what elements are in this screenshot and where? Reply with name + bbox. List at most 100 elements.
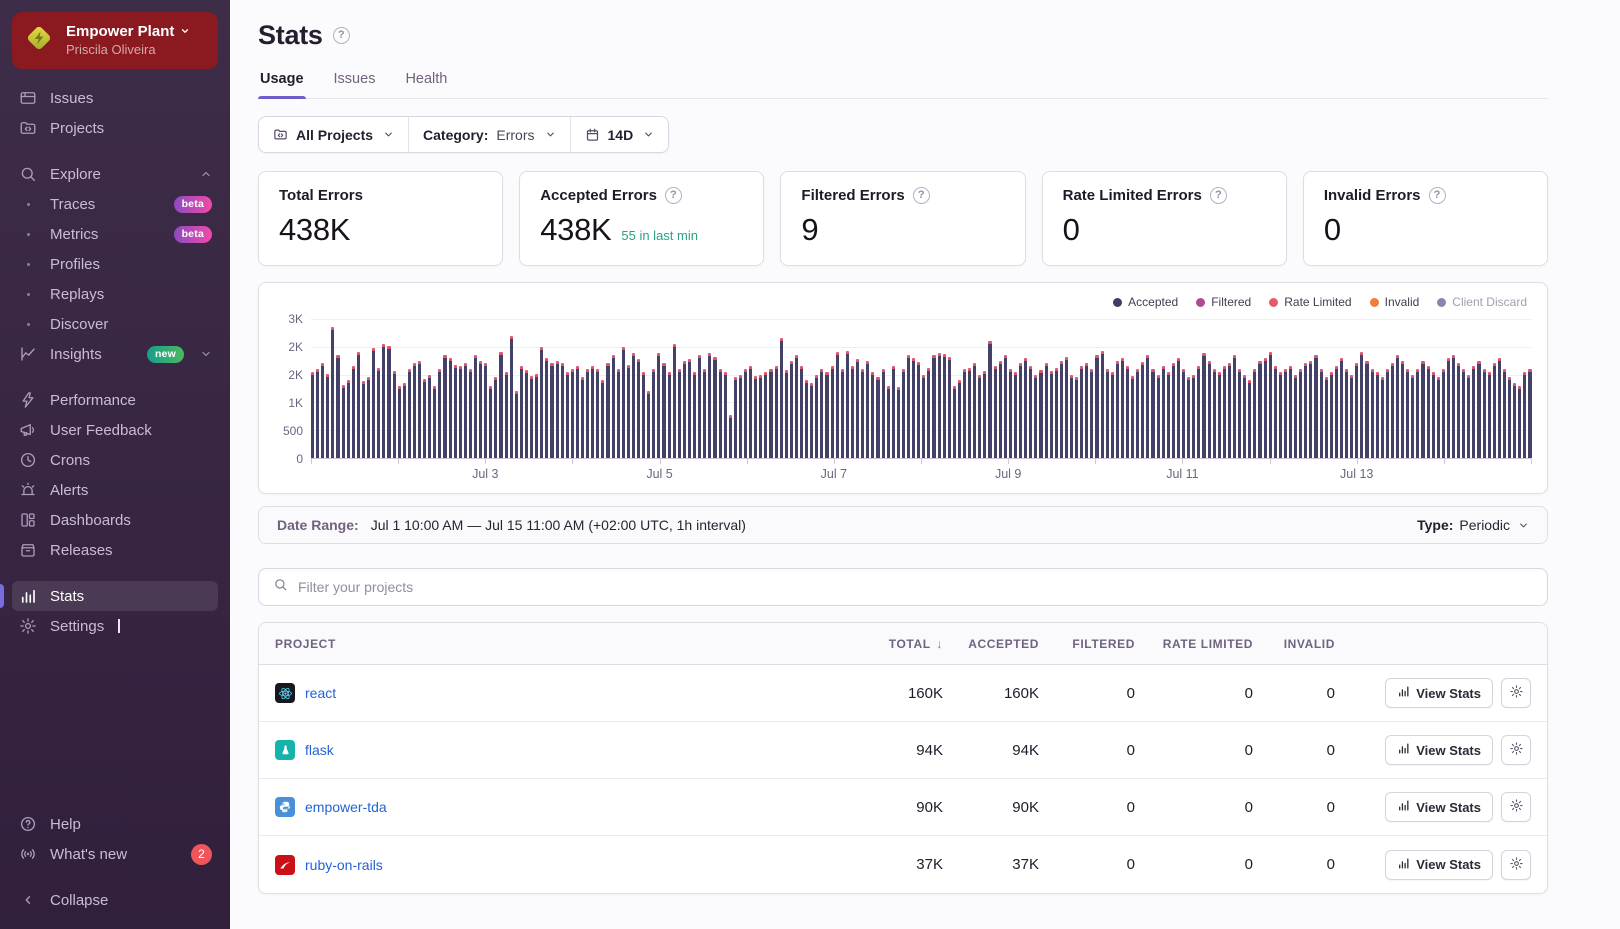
- type-dropdown[interactable]: Type: Periodic: [1417, 517, 1529, 533]
- cell-filtered: 0: [1126, 684, 1135, 702]
- help-circle-icon[interactable]: ?: [1209, 187, 1227, 204]
- react-icon: [275, 683, 295, 703]
- sidebar-item-label: Projects: [50, 119, 105, 137]
- chevron-down-icon: [383, 129, 394, 140]
- y-axis-labels: 3K 2K 2K 1K 500 0: [282, 312, 303, 466]
- sidebar-item-settings[interactable]: Settings: [12, 611, 218, 641]
- sidebar-item-performance[interactable]: Performance: [12, 385, 218, 415]
- dashboards-icon: [18, 511, 38, 529]
- gear-icon: [1509, 684, 1524, 702]
- sidebar-item-label: Traces: [50, 195, 96, 213]
- project-settings-button[interactable]: [1501, 678, 1531, 708]
- sidebar-item-user-feedback[interactable]: User Feedback: [12, 415, 218, 445]
- filter-bar: All Projects Category: Errors 14D: [258, 116, 670, 153]
- beta-badge: beta: [173, 225, 212, 243]
- tab-issues[interactable]: Issues: [332, 71, 378, 98]
- view-stats-button[interactable]: View Stats: [1385, 792, 1493, 822]
- sidebar-item-label: Crons: [50, 451, 91, 469]
- project-link[interactable]: flask: [305, 742, 334, 758]
- sidebar-item-label: User Feedback: [50, 421, 152, 439]
- chevron-down-icon: [643, 129, 654, 140]
- sidebar-item-projects[interactable]: Projects: [12, 113, 218, 143]
- view-stats-button[interactable]: View Stats: [1385, 849, 1493, 880]
- tab-usage[interactable]: Usage: [258, 71, 306, 99]
- project-filter-dropdown[interactable]: All Projects: [259, 117, 408, 152]
- column-header-invalid[interactable]: INVALID: [1253, 637, 1335, 651]
- sidebar-item-traces[interactable]: Traces beta: [12, 189, 218, 219]
- view-stats-button[interactable]: View Stats: [1385, 678, 1493, 708]
- column-header-filtered[interactable]: FILTERED: [1039, 637, 1135, 651]
- sidebar-item-label: Releases: [50, 541, 113, 559]
- project-link[interactable]: ruby-on-rails: [305, 857, 383, 873]
- legend-item[interactable]: Rate Limited: [1269, 295, 1352, 309]
- sort-desc-icon: ↓: [936, 636, 943, 651]
- category-filter-dropdown[interactable]: Category: Errors: [408, 117, 569, 152]
- sidebar-collapse-button[interactable]: Collapse: [12, 885, 218, 915]
- help-circle-icon[interactable]: ?: [332, 27, 350, 44]
- chevron-down-icon: [545, 129, 556, 140]
- org-switcher[interactable]: Empower Plant Priscila Oliveira: [12, 12, 218, 69]
- sidebar-item-label: Explore: [50, 165, 101, 183]
- python-icon: [275, 797, 295, 817]
- sidebar-section-explore[interactable]: Explore: [12, 159, 218, 189]
- sidebar-item-alerts[interactable]: Alerts: [12, 475, 218, 505]
- cell-invalid: 0: [1326, 798, 1335, 816]
- sidebar-item-insights[interactable]: Insights new: [12, 339, 218, 369]
- search-input[interactable]: [298, 579, 1533, 595]
- sidebar-item-replays[interactable]: Replays: [12, 279, 218, 309]
- project-link[interactable]: empower-tda: [305, 799, 387, 815]
- project-settings-button[interactable]: [1501, 735, 1531, 765]
- legend-dot: [1369, 297, 1379, 307]
- project-settings-button[interactable]: [1501, 792, 1531, 822]
- view-stats-button[interactable]: View Stats: [1385, 735, 1493, 765]
- table-row: empower-tda 90K 90K 0 0 0 View Stats: [259, 779, 1547, 836]
- cell-accepted: 37K: [1012, 856, 1039, 873]
- insights-icon: [18, 345, 38, 363]
- bullet-icon: [18, 262, 38, 266]
- legend-item[interactable]: Accepted: [1113, 295, 1178, 309]
- help-circle-icon[interactable]: ?: [1428, 187, 1446, 204]
- legend-label: Accepted: [1128, 295, 1179, 309]
- sidebar-item-issues[interactable]: Issues: [12, 83, 218, 113]
- sidebar-item-dashboards[interactable]: Dashboards: [12, 505, 218, 535]
- sidebar-item-discover[interactable]: Discover: [12, 309, 218, 339]
- sidebar-item-label: Dashboards: [50, 511, 131, 529]
- cell-filtered: 0: [1126, 856, 1135, 873]
- card-invalid-errors: Invalid Errors? 0: [1302, 171, 1549, 266]
- help-circle-icon[interactable]: ?: [912, 187, 930, 204]
- broadcast-icon: [18, 845, 38, 863]
- legend-label: Invalid: [1384, 295, 1420, 309]
- help-circle-icon[interactable]: ?: [664, 187, 682, 204]
- sidebar-item-crons[interactable]: Crons: [12, 445, 218, 475]
- column-header-total[interactable]: TOTAL ↓: [843, 637, 943, 651]
- column-header-rate-limited[interactable]: RATE LIMITED: [1135, 637, 1253, 651]
- main-content: Stats ? Usage Issues Health All Projects…: [230, 0, 1620, 929]
- sidebar-item-label: What's new: [50, 845, 128, 863]
- card-filtered-errors: Filtered Errors? 9: [780, 171, 1026, 266]
- cell-total: 160K: [907, 684, 943, 702]
- legend-item[interactable]: Filtered: [1196, 295, 1251, 309]
- siren-icon: [18, 481, 38, 499]
- project-link[interactable]: react: [305, 685, 336, 701]
- legend-item[interactable]: Invalid: [1369, 295, 1420, 309]
- column-header-project[interactable]: PROJECT: [275, 637, 843, 651]
- chart-plot-area[interactable]: [311, 319, 1532, 459]
- sidebar-item-releases[interactable]: Releases: [12, 535, 218, 565]
- clock-icon: [18, 451, 38, 469]
- projects-table: PROJECT TOTAL ↓ ACCEPTED FILTERED RATE L…: [258, 622, 1548, 894]
- sidebar-item-profiles[interactable]: Profiles: [12, 249, 218, 279]
- bar-chart-icon: [1397, 742, 1410, 758]
- sidebar-item-help[interactable]: Help: [12, 809, 218, 839]
- date-range-dropdown[interactable]: 14D: [569, 117, 669, 152]
- card-accepted-errors: Accepted Errors? 438K 55 in last min: [519, 171, 765, 266]
- sidebar-item-whats-new[interactable]: What's new 2: [12, 839, 218, 869]
- sidebar-item-stats[interactable]: Stats: [0, 581, 218, 611]
- sidebar-item-metrics[interactable]: Metrics beta: [12, 219, 218, 249]
- sidebar-item-label: Discover: [50, 315, 109, 333]
- project-settings-button[interactable]: [1501, 849, 1531, 880]
- tab-health[interactable]: Health: [403, 71, 449, 98]
- column-header-accepted[interactable]: ACCEPTED: [943, 637, 1039, 651]
- legend-item[interactable]: Client Discard: [1437, 295, 1527, 309]
- sidebar-item-label: Metrics: [50, 225, 99, 243]
- card-title: Accepted Errors: [540, 187, 657, 204]
